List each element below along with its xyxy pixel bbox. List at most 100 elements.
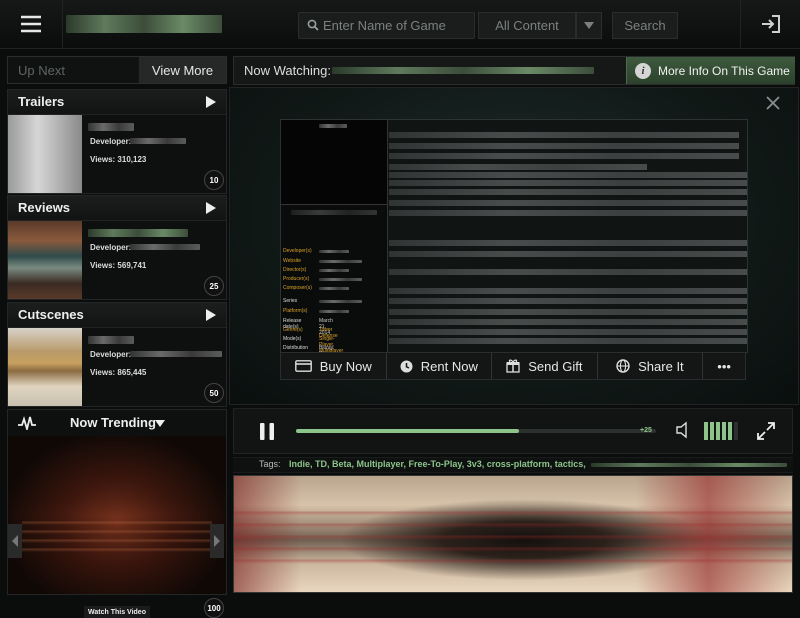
- view-count: Views: 310,123: [90, 155, 147, 164]
- buy-now-button[interactable]: Buy Now: [281, 353, 387, 379]
- tags-label: Tags:: [259, 459, 281, 469]
- search-box[interactable]: [298, 12, 475, 39]
- info-key: Producer(s): [283, 276, 310, 282]
- info-key: Developer(s): [283, 248, 312, 254]
- send-gift-label: Send Gift: [528, 358, 583, 374]
- text-line-redacted: [389, 189, 747, 195]
- info-value-redacted: [319, 250, 349, 253]
- category-title: Reviews: [18, 200, 71, 215]
- credit-card-icon: [294, 360, 312, 372]
- more-options-button[interactable]: •••: [703, 353, 745, 379]
- caret-down-icon[interactable]: [155, 420, 165, 427]
- count-badge: 10: [204, 170, 224, 190]
- info-key: Distribution: [283, 345, 309, 351]
- info-key: Director(s): [283, 267, 307, 273]
- text-line-redacted: [389, 132, 739, 138]
- info-key: Series: [283, 298, 298, 304]
- pause-icon[interactable]: [260, 423, 274, 440]
- send-gift-button[interactable]: Send Gift: [492, 353, 598, 379]
- close-icon[interactable]: [766, 96, 780, 110]
- volume-bar: [728, 422, 732, 440]
- video-frame-blur: [234, 504, 792, 564]
- info-key: Platform(s): [283, 308, 308, 314]
- tags-bar: Tags: Indie, TD, Beta, Multiplayer, Free…: [233, 457, 793, 473]
- info-value-redacted: [319, 287, 349, 290]
- play-icon[interactable]: [206, 202, 216, 214]
- text-line-redacted: [389, 309, 747, 315]
- watch-this-video-button[interactable]: Watch This Video: [84, 606, 150, 618]
- developer-name-redacted: [130, 351, 222, 357]
- video-title-redacted: [88, 336, 134, 344]
- buy-now-label: Buy Now: [319, 358, 372, 374]
- caret-down-icon: [584, 22, 594, 29]
- category-title: Trailers: [18, 94, 65, 109]
- info-value-redacted: [319, 269, 349, 272]
- progress-bar[interactable]: [296, 429, 656, 433]
- now-watching-title-redacted: [332, 67, 594, 74]
- action-bar: Buy Now Rent Now Send Gift Share It •••: [280, 352, 746, 380]
- sign-in-icon: [762, 15, 780, 33]
- text-line-redacted: [389, 298, 747, 304]
- text-line-redacted: [389, 288, 747, 294]
- rent-now-label: Rent Now: [420, 358, 478, 374]
- volume-level[interactable]: [704, 422, 740, 440]
- info-sidebar: Developer(s) Website Director(s) Producer(s…: [281, 120, 388, 363]
- now-trending-header[interactable]: Now Trending: [8, 410, 226, 437]
- chevron-right-icon: [214, 535, 220, 547]
- next-arrow[interactable]: [210, 524, 224, 558]
- video-frame-blur: [22, 516, 212, 556]
- tags-list[interactable]: Indie, TD, Beta, Multiplayer, Free-To-Pl…: [289, 459, 586, 469]
- video-title-redacted: [88, 229, 188, 237]
- trending-video-preview[interactable]: Watch This Video 100: [8, 436, 226, 618]
- sign-in-button[interactable]: [740, 0, 800, 48]
- up-next-tabs: Up Next View More: [7, 56, 227, 84]
- tab-up-next[interactable]: Up Next: [8, 57, 138, 83]
- chevron-left-icon: [12, 535, 18, 547]
- info-key: Composer(s): [283, 285, 312, 291]
- video-preview[interactable]: [233, 475, 793, 593]
- count-badge: 100: [204, 598, 224, 618]
- info-value-redacted: [319, 260, 362, 263]
- category-header[interactable]: Cutscenes: [8, 303, 226, 328]
- category-title: Cutscenes: [18, 307, 84, 322]
- globe-icon: [616, 359, 630, 373]
- content-filter-dropdown-button[interactable]: [576, 12, 602, 39]
- cover-image: [281, 120, 387, 205]
- menu-button[interactable]: [0, 0, 63, 48]
- play-icon[interactable]: [206, 309, 216, 321]
- play-icon[interactable]: [206, 96, 216, 108]
- volume-icon[interactable]: [675, 421, 693, 439]
- more-icon: •••: [717, 358, 731, 374]
- fullscreen-icon[interactable]: [756, 421, 776, 441]
- text-line-redacted: [389, 329, 747, 335]
- video-thumbnail[interactable]: [8, 221, 82, 299]
- category-header[interactable]: Trailers: [8, 90, 226, 115]
- count-badge: 50: [204, 383, 224, 403]
- search-input[interactable]: [323, 13, 471, 38]
- previous-arrow[interactable]: [8, 524, 22, 558]
- text-line-redacted: [389, 251, 747, 257]
- now-watching-label: Now Watching:: [244, 63, 331, 78]
- info-key: Website: [283, 258, 301, 264]
- search-button[interactable]: Search: [612, 12, 678, 39]
- category-reviews: Reviews Developer: Views: 569,741 25: [7, 195, 227, 300]
- video-title-redacted: [88, 123, 134, 131]
- info-key: Mode(s): [283, 336, 302, 342]
- skip-forward-label[interactable]: +25: [640, 427, 652, 434]
- video-thumbnail[interactable]: [8, 328, 82, 406]
- volume-bar: [704, 422, 708, 440]
- developer-label: Developer:: [90, 350, 132, 359]
- hamburger-menu-icon: [21, 15, 41, 33]
- gift-icon: [506, 359, 520, 373]
- video-thumbnail[interactable]: [8, 115, 82, 193]
- content-filter-select[interactable]: All Content: [478, 12, 576, 39]
- more-info-button[interactable]: i More Info On This Game: [626, 57, 795, 84]
- now-watching-bar: Now Watching: i More Info On This Game: [233, 56, 795, 85]
- volume-bar: [734, 422, 738, 440]
- game-info-stage: Developer(s) Website Director(s) Producer(s…: [229, 87, 799, 405]
- share-it-button[interactable]: Share It: [598, 353, 704, 379]
- view-count: Views: 569,741: [90, 261, 147, 270]
- rent-now-button[interactable]: Rent Now: [387, 353, 493, 379]
- view-more-button[interactable]: View More: [139, 57, 226, 83]
- category-header[interactable]: Reviews: [8, 196, 226, 221]
